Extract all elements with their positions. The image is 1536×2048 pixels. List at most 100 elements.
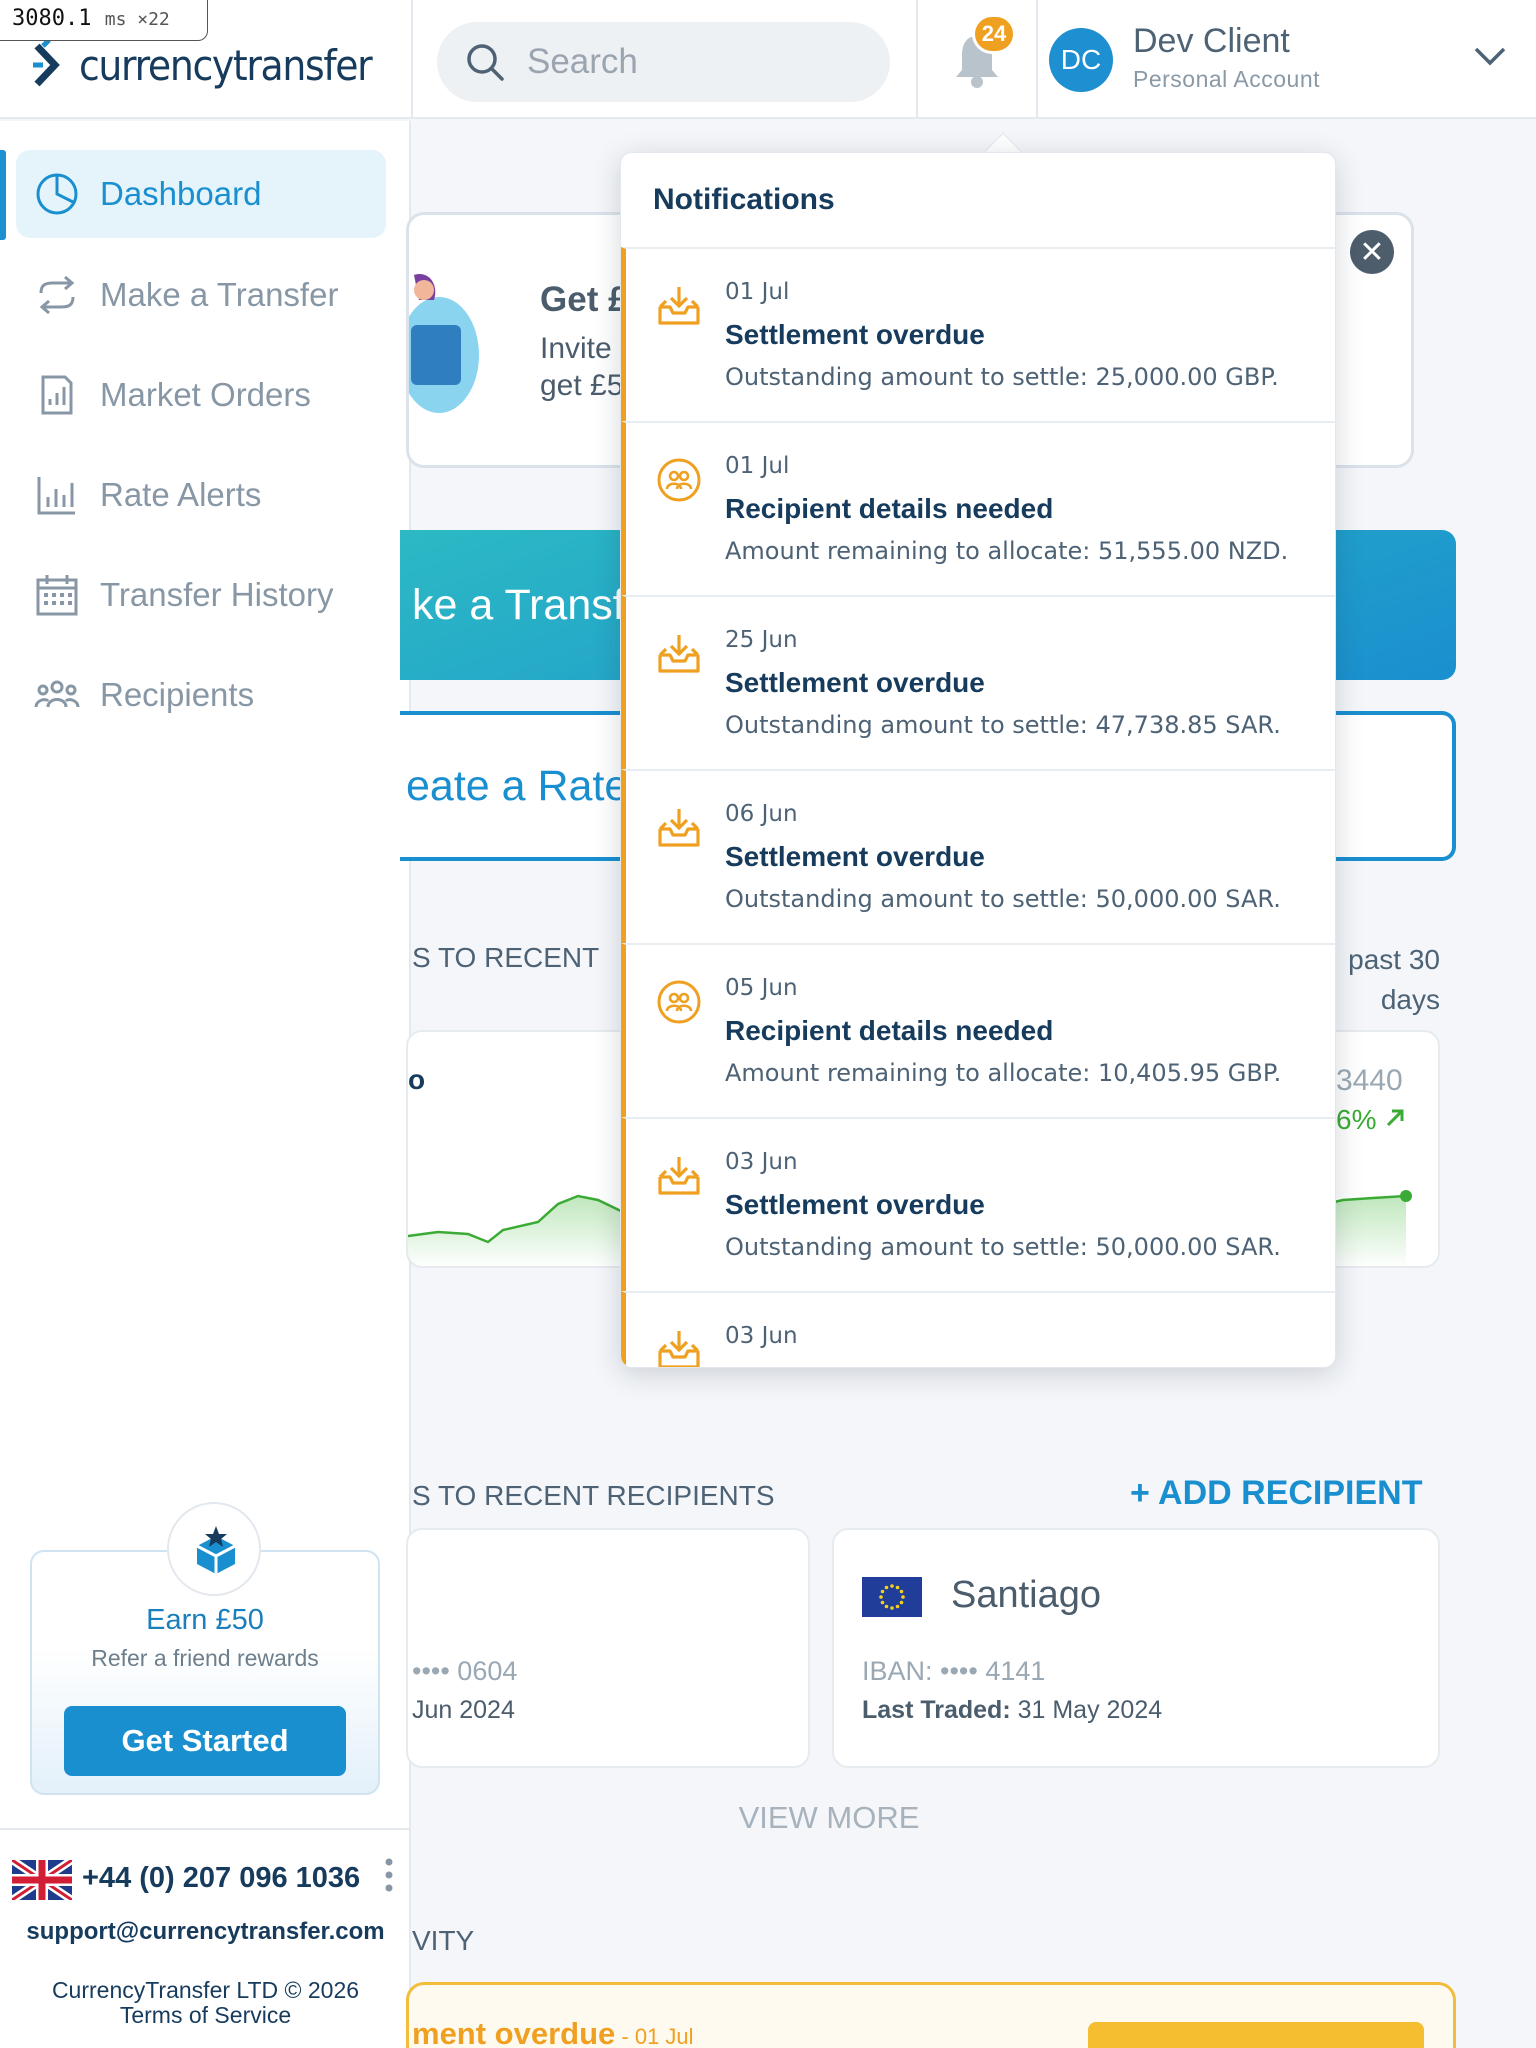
notification-description: Amount remaining to allocate: 10,405.95 … xyxy=(725,1059,1282,1087)
more-options-icon[interactable] xyxy=(380,1856,398,1896)
search-bar[interactable] xyxy=(437,22,890,102)
search-icon xyxy=(467,44,504,81)
eu-flag-icon xyxy=(862,1577,922,1617)
notification-title: Settlement overdue xyxy=(725,841,985,872)
rate-change: 6% xyxy=(1336,1104,1406,1136)
notification-item[interactable]: 01 Jul Recipient details needed Amount rem… xyxy=(621,421,1335,595)
notification-date: 03 Jun xyxy=(725,1323,798,1349)
header-divider xyxy=(411,0,413,119)
notification-description: Outstanding amount to settle: 47,738.85 … xyxy=(725,711,1281,739)
view-more-button[interactable]: VIEW MORE xyxy=(0,1800,1536,1836)
notifications-title: Notifications xyxy=(653,183,835,216)
dashboard-icon xyxy=(34,171,80,217)
account-type: Personal Account xyxy=(1133,66,1321,92)
recipient-last-traded: Last Traded: 31 May 2024 xyxy=(862,1696,1162,1725)
recipients-circle-icon xyxy=(656,979,702,1025)
user-name[interactable]: Dev Client xyxy=(1133,22,1290,61)
rate-value: 3440 xyxy=(1336,1064,1403,1097)
notification-description: Outstanding amount to settle: 25,000.00 … xyxy=(725,363,1279,391)
chart-period-line: past 30 xyxy=(1348,944,1440,975)
notification-title: Settlement overdue xyxy=(725,319,985,350)
transfer-arrows-icon xyxy=(34,272,80,318)
inbox-download-icon xyxy=(656,805,702,851)
sidebar-item-rate-alerts[interactable]: Rate Alerts xyxy=(16,451,386,539)
chart-label: o xyxy=(408,1064,426,1095)
sidebar-item-label: Dashboard xyxy=(100,175,262,212)
sidebar-item-label: Rate Alerts xyxy=(100,476,262,513)
recipient-name: Santiago xyxy=(951,1574,1102,1616)
notification-date: 06 Jun xyxy=(725,801,798,827)
activity-action-button[interactable] xyxy=(1088,2022,1424,2048)
header-divider xyxy=(916,0,918,119)
add-recipient-button[interactable]: + ADD RECIPIENT xyxy=(1130,1474,1423,1513)
activity-title: ment overdue - 01 Jul xyxy=(412,2016,694,2048)
calendar-icon xyxy=(34,572,80,618)
uk-flag-icon xyxy=(12,1860,72,1900)
close-icon[interactable]: ✕ xyxy=(1350,230,1394,274)
promo-line: get £5 xyxy=(540,369,620,402)
promo-text: Invite get £5 xyxy=(540,330,620,404)
chevron-down-icon[interactable] xyxy=(1470,36,1510,76)
sidebar-item-market-orders[interactable]: Market Orders xyxy=(16,351,386,439)
notification-description: Outstanding amount to settle: 50,000.00 … xyxy=(725,885,1281,913)
bar-chart-icon xyxy=(34,472,80,518)
notification-date: 03 Jun xyxy=(725,1149,798,1175)
terms-link[interactable]: Terms of Service xyxy=(0,2003,411,2028)
logo[interactable]: currencytransfer xyxy=(33,36,404,94)
notification-date: 25 Jun xyxy=(725,627,798,653)
notification-item[interactable]: 03 Jun Settlement overdue Outstanding amou… xyxy=(621,1117,1335,1291)
sidebar-item-make-transfer[interactable]: Make a Transfer xyxy=(16,251,386,339)
notification-item[interactable]: 06 Jun Settlement overdue Outstanding amou… xyxy=(621,769,1335,943)
notifications-panel: Notifications 01 Jul Settlement overdue Ou… xyxy=(620,152,1336,1368)
recipient-card[interactable] xyxy=(832,1528,1440,1768)
logo-chevron-icon xyxy=(33,40,60,87)
copyright-text: CurrencyTransfer LTD © 2026 xyxy=(51,1977,360,2003)
get-started-button[interactable]: Get Started xyxy=(64,1706,346,1776)
chart-period-line: days xyxy=(1380,984,1440,1015)
active-indicator xyxy=(0,150,6,240)
notification-date: 01 Jul xyxy=(725,453,790,479)
arrow-up-right-icon xyxy=(1387,1109,1404,1127)
sidebar-item-transfer-history[interactable]: Transfer History xyxy=(16,551,386,639)
section-heading: S TO RECENT xyxy=(412,942,600,973)
chart-period: past 30 days xyxy=(1320,940,1440,1020)
rate-change-value: 6% xyxy=(1336,1104,1377,1135)
activity-title-text: ment overdue xyxy=(412,2016,616,2048)
notification-item[interactable]: 05 Jun Recipient details needed Amount rem… xyxy=(621,943,1335,1117)
recipient-iban: •••• 0604 xyxy=(412,1656,518,1686)
last-traded-date: 31 May 2024 xyxy=(1010,1696,1163,1724)
promo-illustration xyxy=(409,274,479,413)
people-icon xyxy=(34,672,80,718)
activity-date: - 01 Jul xyxy=(615,2024,694,2048)
notification-item[interactable]: 03 Jun xyxy=(621,1291,1335,1367)
inbox-download-icon xyxy=(656,1153,702,1199)
market-orders-icon xyxy=(34,372,80,418)
recipient-card[interactable] xyxy=(406,1528,810,1768)
recipients-circle-icon xyxy=(656,457,702,503)
notifications-list: 01 Jul Settlement overdue Outstanding amou… xyxy=(621,247,1335,1367)
notification-title: Recipient details needed xyxy=(725,493,1054,524)
notification-date: 05 Jun xyxy=(725,975,798,1001)
section-heading: S TO RECENT RECIPIENTS xyxy=(412,1480,775,1511)
support-phone[interactable]: +44 (0) 207 096 1036 xyxy=(82,1862,360,1895)
notification-title: Settlement overdue xyxy=(725,1189,985,1220)
support-email[interactable]: support@currencytransfer.com xyxy=(0,1918,411,1946)
referral-badge xyxy=(167,1502,261,1596)
recipient-last-traded: Jun 2024 xyxy=(412,1696,515,1724)
notification-item[interactable]: 25 Jun Settlement overdue Outstanding amou… xyxy=(621,595,1335,769)
sidebar-item-label: Market Orders xyxy=(100,376,311,413)
copyright: CurrencyTransfer LTD © 2026 Terms of Ser… xyxy=(0,1978,411,2028)
notification-title: Settlement overdue xyxy=(725,667,985,698)
sidebar-item-recipients[interactable]: Recipients xyxy=(16,651,386,739)
sidebar-item-dashboard[interactable]: Dashboard xyxy=(16,150,386,238)
notification-count-badge: 24 xyxy=(972,14,1016,54)
notification-date: 01 Jul xyxy=(725,279,790,305)
search-input[interactable] xyxy=(527,42,887,82)
notification-title: Recipient details needed xyxy=(725,1015,1054,1046)
notification-item[interactable]: 01 Jul Settlement overdue Outstanding amou… xyxy=(621,247,1335,421)
inbox-download-icon xyxy=(656,283,702,329)
avatar[interactable]: DC xyxy=(1049,28,1113,92)
section-heading: VITY xyxy=(412,1925,475,1956)
debug-timer: 3080.1 ms ×22 xyxy=(0,0,208,41)
debug-unit: ms ×22 xyxy=(104,9,170,30)
